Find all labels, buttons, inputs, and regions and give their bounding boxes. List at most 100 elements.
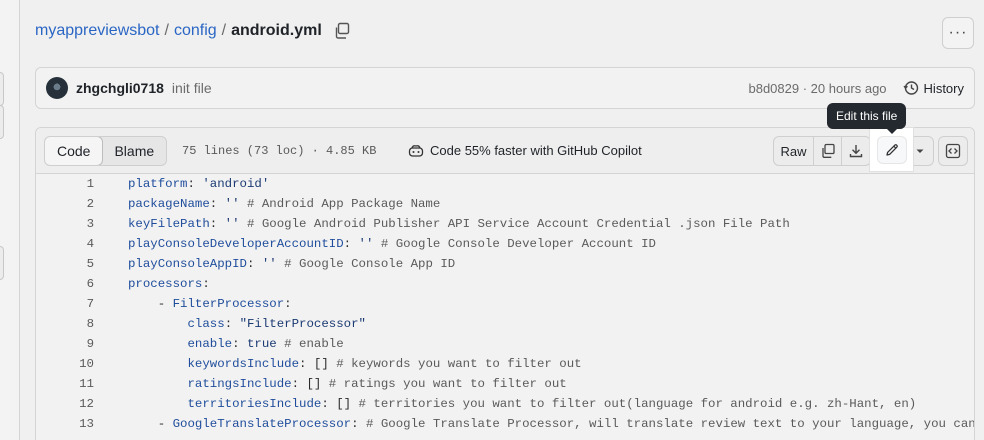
code-punct: : [] bbox=[299, 357, 337, 371]
code-comment: # enable bbox=[276, 337, 344, 351]
commit-author[interactable]: zhgchgli0718 bbox=[76, 80, 164, 96]
line-number[interactable]: 9 bbox=[56, 334, 94, 354]
more-options-button[interactable]: ··· bbox=[942, 17, 974, 49]
code-key: keyFilePath bbox=[128, 217, 210, 231]
code-text: enable: true # enable bbox=[128, 334, 344, 354]
line-number[interactable]: 2 bbox=[56, 194, 94, 214]
file-actions: Raw bbox=[773, 136, 871, 166]
breadcrumb-repo-link[interactable]: myappreviewsbot bbox=[35, 22, 160, 40]
code-comment: # keywords you want to filter out bbox=[336, 357, 582, 371]
symbols-panel-button[interactable] bbox=[938, 136, 968, 166]
breadcrumb-folder-link[interactable]: config bbox=[174, 22, 217, 40]
copy-path-icon[interactable] bbox=[333, 22, 351, 40]
code-value: '' bbox=[224, 217, 240, 231]
code-indent: - bbox=[128, 417, 173, 431]
code-text: territoriesInclude: [] # territories you… bbox=[128, 394, 917, 414]
line-number[interactable]: 8 bbox=[56, 314, 94, 334]
code-key: processors bbox=[128, 277, 203, 291]
tab-code[interactable]: Code bbox=[45, 137, 104, 165]
code-text: ratingsInclude: [] # ratings you want to… bbox=[128, 374, 567, 394]
download-button[interactable] bbox=[842, 137, 870, 165]
code-key: GoogleTranslateProcessor bbox=[172, 417, 352, 431]
code-line: 8 class: "FilterProcessor" bbox=[36, 314, 974, 334]
rail-tab[interactable] bbox=[0, 105, 4, 139]
code-value: 'android' bbox=[202, 177, 270, 191]
file-toolbar: Code Blame 75 lines (73 loc) · 4.85 KB C… bbox=[36, 128, 974, 174]
line-number[interactable]: 3 bbox=[56, 214, 94, 234]
code-punct: : bbox=[202, 277, 210, 291]
code-area: 1 platform: 'android' 2 packageName: '' # A… bbox=[36, 174, 974, 434]
copy-icon bbox=[821, 143, 835, 158]
code-key: keywordsInclude bbox=[187, 357, 300, 371]
code-punct: : bbox=[351, 417, 366, 431]
code-value: '' bbox=[261, 257, 277, 271]
code-text: packageName: '' # Android App Package Na… bbox=[128, 194, 440, 214]
breadcrumb-file-name: android.yml bbox=[231, 22, 322, 39]
file-meta: 75 lines (73 loc) · 4.85 KB bbox=[182, 144, 377, 158]
file-viewer: Code Blame 75 lines (73 loc) · 4.85 KB C… bbox=[35, 127, 975, 440]
download-icon bbox=[849, 145, 863, 158]
code-text: platform: 'android' bbox=[128, 174, 269, 194]
code-punct: : bbox=[209, 217, 225, 231]
code-punct: : bbox=[187, 177, 203, 191]
code-comment: # Google Console App ID bbox=[276, 257, 456, 271]
edit-tooltip: Edit this file bbox=[827, 103, 907, 129]
code-punct: : bbox=[246, 257, 262, 271]
copilot-text: Code 55% faster with GitHub Copilot bbox=[430, 143, 642, 158]
code-line: 12 territoriesInclude: [] # territories … bbox=[36, 394, 974, 414]
breadcrumb-separator: / bbox=[164, 22, 169, 39]
code-comment: # ratings you want to filter out bbox=[328, 377, 567, 391]
code-text: processors: bbox=[128, 274, 210, 294]
code-punct: : [] bbox=[321, 397, 359, 411]
rail-tab[interactable] bbox=[0, 72, 4, 106]
code-key: ratingsInclude bbox=[187, 377, 292, 391]
breadcrumb-separator: / bbox=[221, 22, 227, 39]
pencil-icon bbox=[885, 143, 898, 156]
line-number[interactable]: 11 bbox=[56, 374, 94, 394]
raw-button[interactable]: Raw bbox=[774, 137, 814, 165]
code-text: class: "FilterProcessor" bbox=[128, 314, 366, 334]
code-key: packageName bbox=[128, 197, 210, 211]
commit-hash-time[interactable]: b8d0829 · 20 hours ago bbox=[748, 81, 886, 96]
line-number[interactable]: 1 bbox=[56, 174, 94, 194]
breadcrumb: myappreviewsbot / config / android.yml bbox=[35, 22, 351, 40]
code-indent: - bbox=[128, 297, 173, 311]
code-value: '' bbox=[358, 237, 374, 251]
line-number[interactable]: 13 bbox=[56, 414, 94, 434]
code-comment: # Google Android Publisher API Service A… bbox=[239, 217, 790, 231]
code-key: playConsoleAppID bbox=[128, 257, 247, 271]
line-number[interactable]: 6 bbox=[56, 274, 94, 294]
rail-tab[interactable] bbox=[0, 246, 4, 280]
line-number[interactable]: 10 bbox=[56, 354, 94, 374]
history-button[interactable]: History bbox=[903, 80, 964, 96]
code-line: 13 - GoogleTranslateProcessor: # Google … bbox=[36, 414, 974, 434]
code-text: keywordsInclude: [] # keywords you want … bbox=[128, 354, 582, 374]
copilot-promo-link[interactable]: Code 55% faster with GitHub Copilot bbox=[408, 143, 642, 158]
line-number[interactable]: 7 bbox=[56, 294, 94, 314]
line-number[interactable]: 4 bbox=[56, 234, 94, 254]
commit-message[interactable]: init file bbox=[172, 80, 212, 96]
tab-blame[interactable]: Blame bbox=[102, 137, 166, 165]
line-number[interactable]: 5 bbox=[56, 254, 94, 274]
code-value: "FilterProcessor" bbox=[239, 317, 366, 331]
code-line: 9 enable: true # enable bbox=[36, 334, 974, 354]
code-comment: # territories you want to filter out(lan… bbox=[358, 397, 917, 411]
code-key: enable bbox=[187, 337, 233, 351]
commit-meta: b8d0829 · 20 hours ago History bbox=[748, 80, 964, 96]
edit-file-button[interactable] bbox=[876, 135, 907, 164]
code-line: 10 keywordsInclude: [] # keywords you wa… bbox=[36, 354, 974, 374]
code-punct: : bbox=[224, 317, 240, 331]
left-rail bbox=[0, 0, 20, 440]
code-comment: # Android App Package Name bbox=[239, 197, 441, 211]
copy-raw-button[interactable] bbox=[814, 137, 842, 165]
caret-down-icon bbox=[916, 149, 924, 153]
code-line: 5 playConsoleAppID: '' # Google Console A… bbox=[36, 254, 974, 274]
line-number[interactable]: 12 bbox=[56, 394, 94, 414]
tooltip-arrow bbox=[886, 128, 898, 134]
avatar[interactable] bbox=[46, 77, 68, 99]
